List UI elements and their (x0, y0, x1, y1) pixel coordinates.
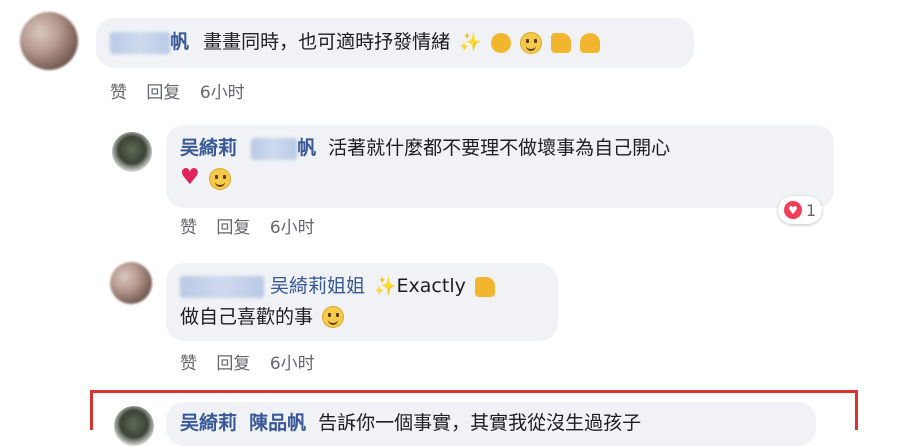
reply-text: Exactly (396, 275, 466, 297)
reply-avatar[interactable] (110, 262, 152, 304)
timestamp[interactable]: 6小时 (200, 83, 245, 103)
comment-author-name[interactable]: 帆 (170, 31, 189, 53)
reply-bubble: 吴綺莉 陳品帆 告訴你一個事實，其實我從沒生過孩子 (166, 402, 816, 446)
timestamp[interactable]: 6小时 (270, 218, 315, 238)
commenter-avatar[interactable] (20, 12, 78, 70)
reply-author-name[interactable]: 吴綺莉 (180, 412, 237, 434)
comment-actions: 赞 回复 6小时 (110, 78, 259, 103)
reply-link[interactable]: 回复 (216, 218, 250, 238)
blurred-name (110, 31, 170, 54)
love-reaction-icon: ♥ (783, 201, 802, 219)
timestamp[interactable]: 6小时 (270, 354, 315, 374)
smile-icon (208, 167, 231, 190)
reply-text: 活著就什麼都不要理不做壞事為自己開心 (328, 137, 671, 159)
reply-author-name[interactable]: 吴綺莉 (180, 137, 237, 159)
reply-link[interactable]: 回复 (216, 354, 250, 374)
smile-icon (519, 31, 542, 54)
reply-actions: 赞 回复 6小时 (180, 213, 329, 238)
thumbs-up-icon (474, 276, 495, 297)
red-heart-icon: ♥ (180, 165, 200, 190)
sparkles-icon: ✨ (459, 31, 482, 53)
reply-avatar[interactable] (114, 406, 154, 446)
reply-text: 告訴你一個事實，其實我從沒生過孩子 (318, 412, 642, 434)
blurred-name (251, 137, 298, 160)
comment-text: 畫畫同時，也可適時抒發情緒 (203, 31, 451, 53)
sparkles-icon: ✨ (374, 275, 397, 297)
reply-actions: 赞 回复 6小时 (180, 349, 329, 374)
reaction-count-badge[interactable]: ♥ 1 (778, 196, 822, 224)
like-link[interactable]: 赞 (180, 218, 197, 238)
like-link[interactable]: 赞 (180, 354, 197, 374)
reply-bubble: 吴綺莉姐姐 ✨Exactly 做自己喜歡的事 (166, 263, 558, 341)
clap-icon (490, 32, 511, 53)
reaction-count: 1 (805, 200, 817, 220)
blurred-name (180, 275, 264, 298)
thumbs-up-icon (550, 32, 571, 53)
mention-name[interactable]: 吴綺莉姐姐 (270, 275, 365, 297)
flexed-arm-icon (579, 32, 600, 53)
like-link[interactable]: 赞 (110, 83, 127, 103)
reply-avatar[interactable] (112, 132, 152, 172)
reply-bubble: 吴綺莉 帆 活著就什麼都不要理不做壞事為自己開心 ♥ (166, 125, 834, 208)
reply-link[interactable]: 回复 (146, 83, 180, 103)
comment-bubble: 帆 畫畫同時，也可適時抒發情緒 ✨ (96, 18, 694, 68)
mention-name[interactable]: 帆 (297, 137, 316, 159)
reply-text-line2: 做自己喜歡的事 (180, 305, 314, 328)
smile-icon (322, 306, 345, 328)
mention-name[interactable]: 陳品帆 (249, 412, 306, 434)
